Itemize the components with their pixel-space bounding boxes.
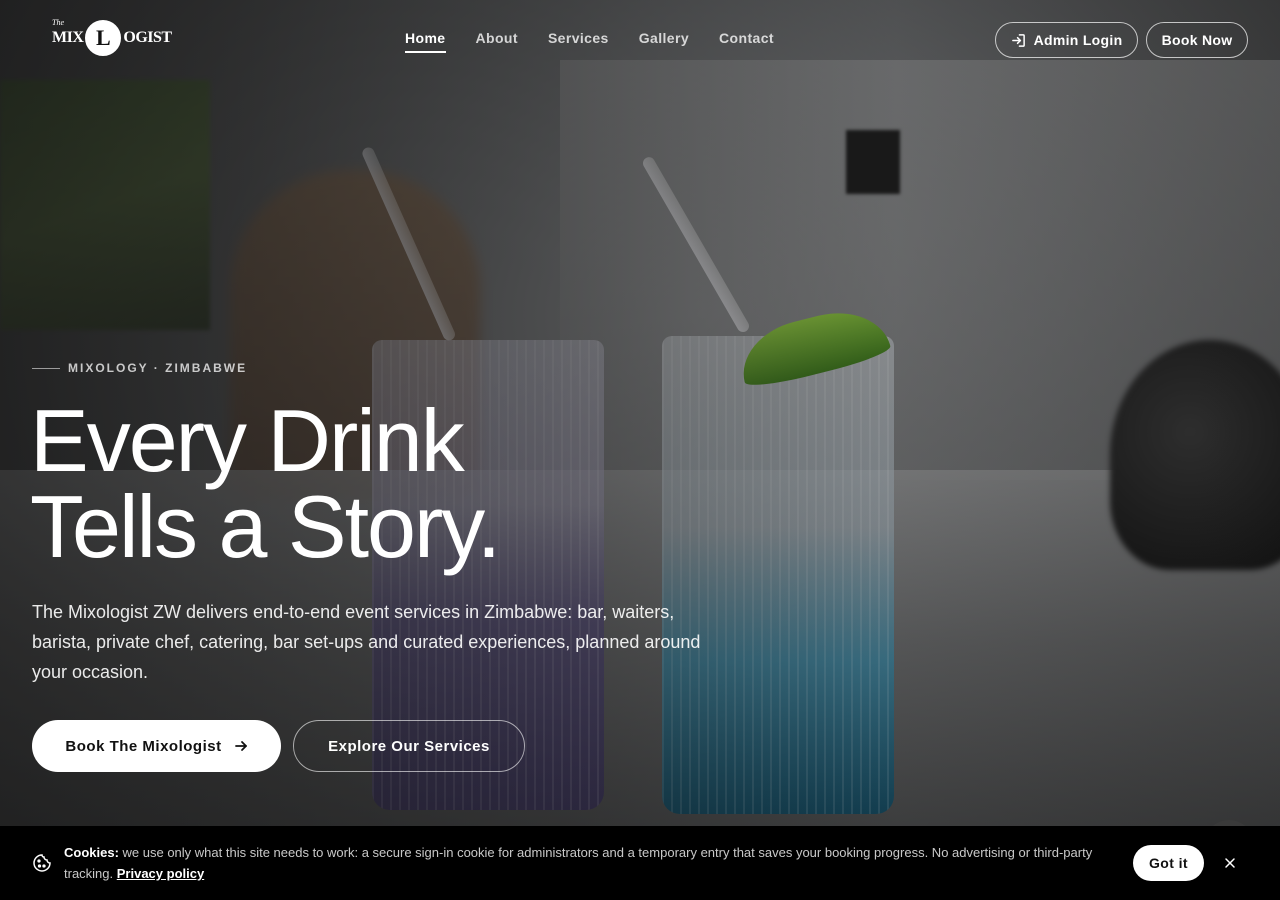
nav-item-gallery[interactable]: Gallery — [639, 30, 689, 53]
arrow-right-icon — [234, 741, 247, 751]
headline-line-2: Tells a Story. — [30, 477, 501, 576]
cookie-icon — [33, 854, 51, 872]
hero-headline: Every Drink Tells a Story. — [30, 391, 501, 576]
book-the-mixologist-button[interactable]: Book The Mixologist — [32, 720, 281, 772]
cookie-banner: Cookies: we use only what this site need… — [0, 826, 1280, 900]
logo-circle-emblem: L — [85, 20, 122, 56]
book-now-button[interactable]: Book Now — [1146, 22, 1248, 58]
nav-item-home[interactable]: Home — [405, 30, 446, 53]
site-header: The MIX L OGIST Home About Services Gall… — [0, 0, 1280, 80]
logo-word-right: OGIST — [123, 29, 172, 46]
site-logo[interactable]: The MIX L OGIST — [52, 18, 172, 58]
cookie-body: we use only what this site needs to work… — [64, 845, 1093, 881]
explore-services-button[interactable]: Explore Our Services — [293, 720, 525, 772]
hero-eyebrow: MIXOLOGY · ZIMBABWE — [32, 361, 247, 375]
cookie-message: Cookies: we use only what this site need… — [64, 842, 1114, 884]
eyebrow-text: MIXOLOGY · ZIMBABWE — [68, 361, 248, 375]
hero-description: The Mixologist ZW delivers end-to-end ev… — [32, 602, 701, 682]
cookie-accept-button[interactable]: Got it — [1133, 845, 1204, 881]
login-icon — [1011, 33, 1025, 47]
main-nav: Home About Services Gallery Contact — [405, 30, 774, 53]
admin-login-button[interactable]: Admin Login — [995, 22, 1138, 58]
nav-item-about[interactable]: About — [476, 30, 518, 53]
privacy-policy-link[interactable]: Privacy policy — [117, 866, 204, 881]
cookie-label: Cookies: — [64, 845, 119, 860]
close-icon — [1225, 858, 1235, 868]
nav-item-contact[interactable]: Contact — [719, 30, 774, 53]
logo-word-left: MIX — [52, 29, 84, 46]
cookie-close-button[interactable] — [1220, 853, 1240, 873]
headline-line-1: Every Drink — [30, 391, 465, 490]
eyebrow-divider — [32, 367, 60, 369]
cta-primary-label: Book The Mixologist — [65, 737, 222, 755]
nav-item-services[interactable]: Services — [548, 30, 609, 53]
logo-prefix: The — [52, 18, 64, 27]
admin-login-label: Admin Login — [1033, 32, 1123, 48]
